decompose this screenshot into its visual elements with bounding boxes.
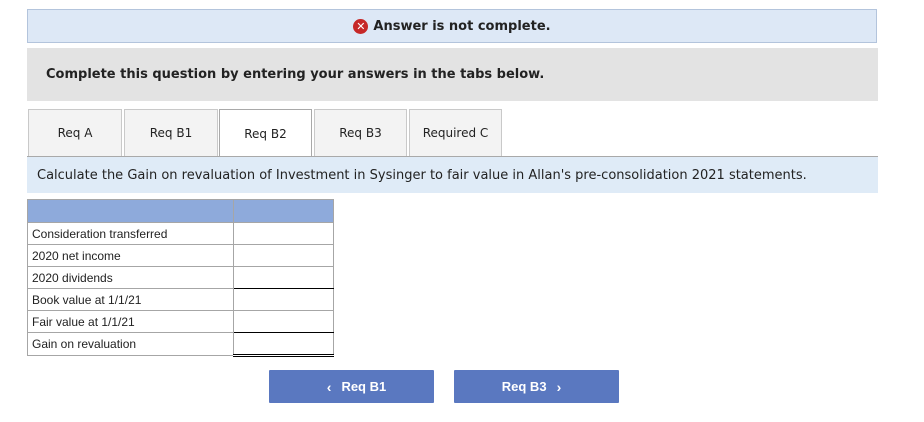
value-cell bbox=[233, 288, 334, 311]
row-label: 2020 dividends bbox=[27, 266, 234, 289]
table-row: 2020 dividends bbox=[27, 266, 334, 289]
error-x-icon: ✕ bbox=[353, 18, 369, 34]
fair-value-input[interactable] bbox=[234, 311, 333, 332]
chevron-left-icon: ‹ bbox=[326, 378, 332, 395]
net-income-2020-input[interactable] bbox=[234, 245, 333, 266]
question-text: Calculate the Gain on revaluation of Inv… bbox=[37, 167, 807, 183]
table-row: Fair value at 1/1/21 bbox=[27, 310, 334, 333]
instructions-text: Complete this question by entering your … bbox=[46, 67, 545, 82]
row-label: Gain on revaluation bbox=[27, 332, 234, 356]
tab-req-b3[interactable]: Req B3 bbox=[314, 109, 407, 156]
table-row: 2020 net income bbox=[27, 244, 334, 267]
table-header-label-cell bbox=[27, 199, 234, 223]
dividends-2020-input[interactable] bbox=[234, 267, 333, 288]
tab-req-b2[interactable]: Req B2 bbox=[219, 109, 312, 157]
consideration-transferred-input[interactable] bbox=[234, 223, 333, 244]
table-header-row bbox=[27, 199, 334, 223]
prev-button-label: Req B1 bbox=[341, 379, 387, 394]
question-panel: Calculate the Gain on revaluation of Inv… bbox=[27, 157, 878, 193]
row-label: Fair value at 1/1/21 bbox=[27, 310, 234, 333]
value-cell bbox=[233, 266, 334, 289]
answer-table: Consideration transferred 2020 net incom… bbox=[27, 199, 334, 357]
row-label: Book value at 1/1/21 bbox=[27, 288, 234, 311]
value-cell bbox=[233, 222, 334, 245]
value-cell bbox=[233, 310, 334, 333]
status-banner: ✕ Answer is not complete. bbox=[27, 9, 877, 43]
table-row: Book value at 1/1/21 bbox=[27, 288, 334, 311]
table-row: Gain on revaluation bbox=[27, 332, 334, 357]
prev-req-b1-button[interactable]: ‹ Req B1 bbox=[269, 370, 434, 403]
row-label: 2020 net income bbox=[27, 244, 234, 267]
gain-on-revaluation-input[interactable] bbox=[234, 333, 333, 354]
tab-required-c[interactable]: Required C bbox=[409, 109, 502, 156]
tab-req-b1[interactable]: Req B1 bbox=[124, 109, 218, 156]
table-header-value-cell bbox=[233, 199, 334, 223]
chevron-right-icon: › bbox=[556, 378, 562, 395]
value-cell bbox=[233, 332, 334, 357]
tab-bar: Req A Req B1 Req B2 Req B3 Required C bbox=[28, 109, 878, 157]
banner-text: Answer is not complete. bbox=[373, 18, 551, 34]
next-req-b3-button[interactable]: Req B3 › bbox=[454, 370, 619, 403]
row-label: Consideration transferred bbox=[27, 222, 234, 245]
tab-req-a[interactable]: Req A bbox=[28, 109, 122, 156]
value-cell bbox=[233, 244, 334, 267]
book-value-input[interactable] bbox=[234, 289, 333, 310]
instructions-panel: Complete this question by entering your … bbox=[27, 48, 878, 101]
next-button-label: Req B3 bbox=[501, 379, 547, 394]
table-row: Consideration transferred bbox=[27, 222, 334, 245]
